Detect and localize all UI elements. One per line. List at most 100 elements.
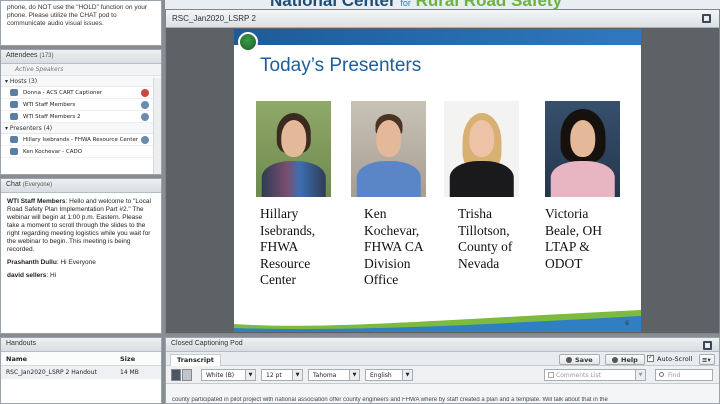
presentation-slide: Today’s Presenters Hillary Isebrands, FH… <box>234 29 641 332</box>
slide-title: Today’s Presenters <box>260 55 422 76</box>
chevron-down-icon: ▼ <box>245 370 255 380</box>
share-title: RSC_Jan2020_LSRP 2 <box>172 14 256 23</box>
color-select[interactable]: White (B) ▼ <box>201 369 256 381</box>
chat-message: WTI Staff Members: Hello and welcome to … <box>7 198 151 253</box>
presenter-photo-trisha <box>444 101 519 197</box>
chat-message: Prashanth Dullu: Hi Everyone <box>7 259 96 266</box>
presenter-name-line: Isebrands, <box>260 222 316 238</box>
user-icon <box>10 113 18 120</box>
font-size-select[interactable]: 12 pt ▼ <box>261 369 303 381</box>
banner-brand: National Center for Rural Road Safety <box>270 0 562 9</box>
save-button[interactable]: Save <box>559 354 600 365</box>
share-header: RSC_Jan2020_LSRP 2 <box>166 10 719 28</box>
mic-status-icon <box>141 89 149 97</box>
presenter-name-line: FHWA <box>260 239 299 254</box>
captioning-tabs: Transcript Save Help Auto-Scroll ≡▾ <box>166 352 719 366</box>
handouts-header: Handouts <box>1 338 161 352</box>
presenter-name-line: Resource <box>260 255 311 271</box>
autoscroll-checkbox[interactable]: Auto-Scroll <box>647 353 692 363</box>
presenter-name-line: FHWA CA <box>364 239 424 254</box>
presenter-name-line: ODOT <box>545 255 583 271</box>
slide-page-number: 6 <box>625 320 629 327</box>
presenter-name-line: LTAP & <box>545 239 590 254</box>
user-icon <box>10 136 18 143</box>
language-select[interactable]: English ▼ <box>365 369 413 381</box>
chat-message: david sellers: Hi <box>7 272 57 279</box>
presenter-name: Trisha Tillotson, County of Nevada <box>458 206 512 272</box>
help-button[interactable]: Help <box>605 354 645 365</box>
presenter-name-line: Center <box>260 272 296 287</box>
user-icon <box>10 148 18 155</box>
chevron-down-icon: ▼ <box>349 370 359 380</box>
presenters-group[interactable]: ▾ Presenters (4) <box>1 123 161 134</box>
notice-pod: phone, do NOT use the "HOLD" function on… <box>0 0 162 46</box>
presenter-photo-victoria <box>545 101 620 197</box>
handout-file-row[interactable]: RSC_Jan2020_LSRP 2 Handout 14 MB <box>1 366 161 379</box>
presenter-name-line: Kochevar, <box>364 222 420 238</box>
notice-text: phone, do NOT use the "HOLD" function on… <box>7 4 147 27</box>
find-input[interactable]: Find <box>655 369 713 381</box>
presenter-name: Victoria Beale, OH LTAP & ODOT <box>545 206 602 272</box>
chat-messages: WTI Staff Members: Hello and welcome to … <box>1 193 161 290</box>
view-toggle-icon[interactable] <box>182 369 192 381</box>
fullscreen-icon[interactable] <box>703 341 712 350</box>
view-toggle-icon[interactable] <box>171 369 181 381</box>
presenter-name-line: Ken <box>364 206 387 221</box>
menu-button[interactable]: ≡▾ <box>699 354 715 365</box>
fullscreen-icon[interactable] <box>702 14 711 23</box>
slide-header-band <box>234 29 641 45</box>
checkbox-icon <box>647 353 654 362</box>
chevron-down-icon: ▼ <box>292 370 302 380</box>
presenter-name: Ken Kochevar, FHWA CA Division Office <box>364 206 424 289</box>
attendee-row[interactable]: Donna - ACS CART Captioner <box>1 87 161 99</box>
phone-icon <box>141 101 149 109</box>
captioning-header: Closed Captioning Pod <box>166 338 719 352</box>
captioning-pod: Closed Captioning Pod Transcript Save He… <box>165 337 720 404</box>
presenter-name-line: Trisha <box>458 206 493 221</box>
checkbox-icon <box>548 372 554 378</box>
captioning-toolbar: White (B) ▼ 12 pt ▼ Tahoma ▼ English ▼ Comme… <box>166 366 719 384</box>
comments-list-select[interactable]: Comments List ▼ <box>544 369 646 381</box>
presenter-name-line: Hillary <box>260 206 299 221</box>
presenter-name-line: Division <box>364 255 411 271</box>
handouts-pod: Handouts Name Size RSC_Jan2020_LSRP 2 Ha… <box>0 337 162 404</box>
share-pod: RSC_Jan2020_LSRP 2 Today’s Presenters Hi… <box>165 9 720 334</box>
hosts-group[interactable]: ▾ Hosts (3) <box>1 76 161 87</box>
top-banner: National Center for Rural Road Safety <box>165 0 720 9</box>
attendee-row[interactable]: Ken Kochevar - CADO <box>1 146 161 158</box>
active-speakers-label: Active Speakers <box>1 64 161 76</box>
user-icon <box>10 101 18 108</box>
presenter-name-line: County of <box>458 239 513 254</box>
presenter-name-line: Beale, OH <box>545 222 602 238</box>
presenter-photo-hillary <box>256 101 331 197</box>
column-size[interactable]: Size <box>115 352 140 365</box>
chevron-down-icon: ▼ <box>402 370 412 380</box>
road-logo-icon <box>238 32 258 52</box>
presenter-photo-ken <box>351 101 426 197</box>
presenter-name-line: Office <box>364 272 399 287</box>
chat-pod: Chat (Everyone) WTI Staff Members: Hello… <box>0 178 162 334</box>
help-icon <box>612 357 618 363</box>
presenter-name-line: Victoria <box>545 206 589 221</box>
attendee-row[interactable]: WTI Staff Members <box>1 99 161 111</box>
transcript-text: county participated in pilot project wit… <box>172 397 608 403</box>
attendees-scrollbar[interactable] <box>153 78 161 174</box>
column-name[interactable]: Name <box>1 352 115 365</box>
attendee-row[interactable]: Hillary Isebrands - FHWA Resource Center <box>1 134 161 146</box>
presenter-name-line: Tillotson, <box>458 222 510 238</box>
attendee-row[interactable]: WTI Staff Members 2 <box>1 111 161 123</box>
chevron-down-icon: ▼ <box>635 370 645 380</box>
tab-transcript[interactable]: Transcript <box>170 354 221 366</box>
presenter-name-line: Nevada <box>458 255 500 271</box>
slide-footer-wave <box>234 310 641 332</box>
attendees-pod: Attendees (173) Active Speakers ▾ Hosts … <box>0 49 162 175</box>
user-icon <box>10 89 18 96</box>
handouts-columns: Name Size <box>1 352 161 366</box>
phone-icon <box>141 136 149 144</box>
presenter-name: Hillary Isebrands, FHWA Resource Center <box>260 206 315 289</box>
save-icon <box>566 357 572 363</box>
phone-icon <box>141 113 149 121</box>
attendees-header: Attendees (173) <box>1 50 161 64</box>
font-select[interactable]: Tahoma ▼ <box>308 369 360 381</box>
chat-header: Chat (Everyone) <box>1 179 161 193</box>
